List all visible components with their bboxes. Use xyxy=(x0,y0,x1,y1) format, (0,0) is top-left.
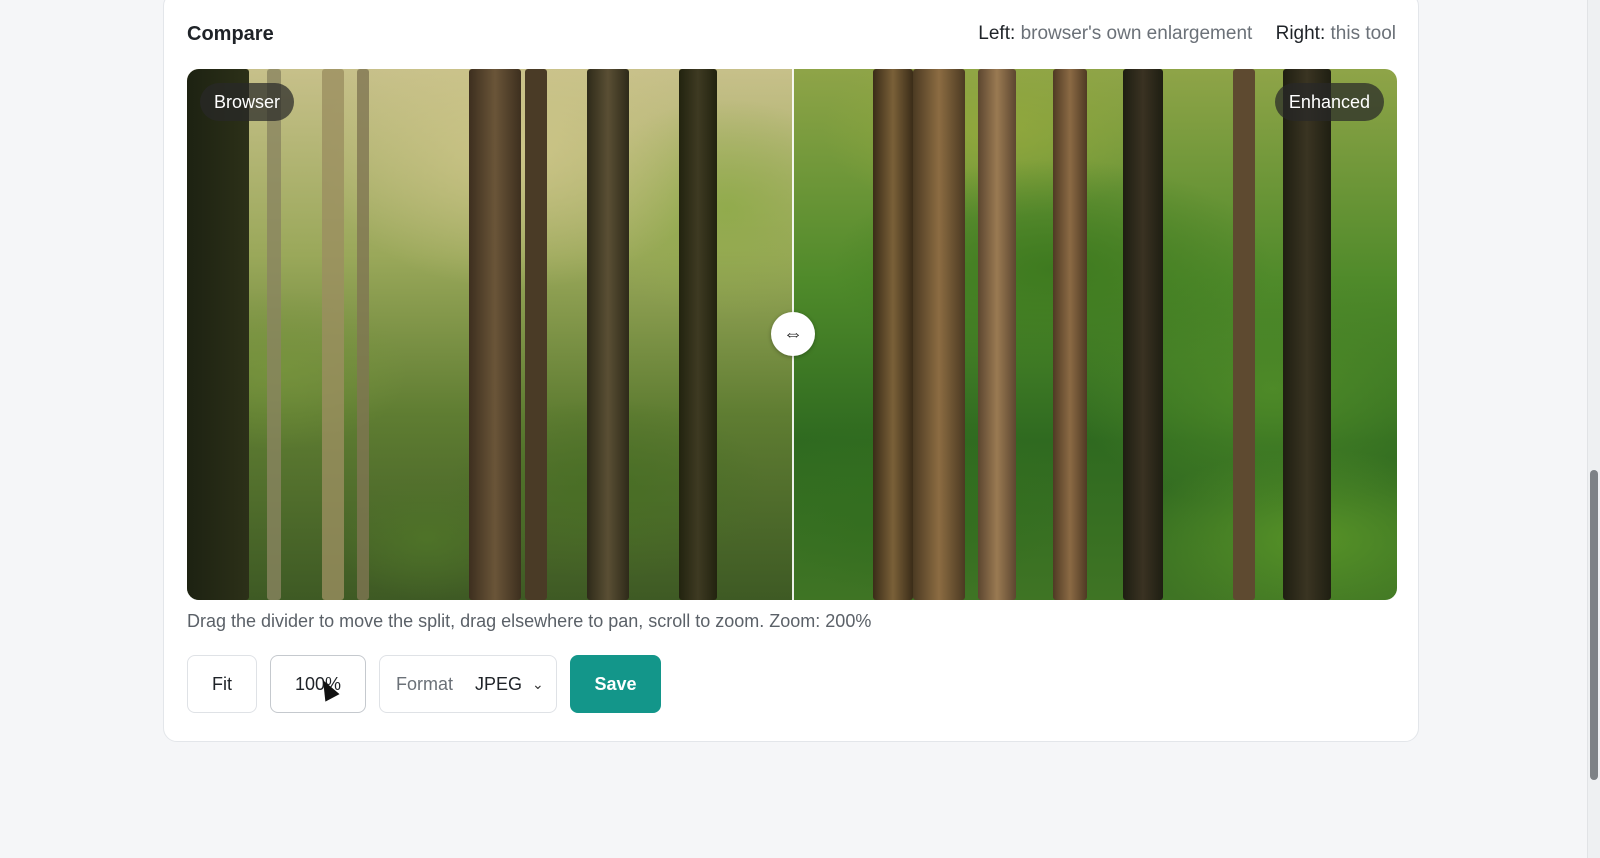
viewer-hint: Drag the divider to move the split, drag… xyxy=(187,611,872,631)
compare-legend: Left: browser's own enlargement Right: t… xyxy=(978,23,1396,45)
split-handle-icon[interactable]: ⇔ xyxy=(771,312,815,356)
compare-card: Compare Left: browser's own enlargement … xyxy=(163,0,1419,742)
tree-trunk xyxy=(469,69,521,600)
tree-trunk xyxy=(357,69,369,600)
tree-trunk xyxy=(587,69,629,600)
save-button[interactable]: Save xyxy=(570,655,661,713)
browser-label-badge: Browser xyxy=(200,83,295,121)
zoom-100-button[interactable]: 100% xyxy=(270,655,366,713)
tree-trunk xyxy=(913,69,965,600)
tree-trunk xyxy=(525,69,547,600)
scrollbar-thumb[interactable] xyxy=(1590,470,1598,780)
legend-left-text: browser's own enlargement xyxy=(1020,23,1253,44)
legend-right-key: Right: xyxy=(1275,23,1326,44)
tree-trunk xyxy=(322,69,344,600)
format-value: JPEG xyxy=(475,673,523,694)
enhanced-image-pane xyxy=(793,69,1397,600)
tree-trunk xyxy=(1123,69,1163,600)
page-scrollbar[interactable] xyxy=(1587,0,1600,858)
tree-trunk xyxy=(873,69,913,600)
enhanced-label-badge: Enhanced xyxy=(1274,83,1384,121)
tree-trunk xyxy=(1233,69,1255,600)
tree-trunk xyxy=(1283,69,1331,600)
fit-button[interactable]: Fit xyxy=(187,655,257,713)
controls-bar: Fit 100% Format JPEG ⌄ Save xyxy=(187,655,661,713)
legend-left-key: Left: xyxy=(978,23,1016,44)
legend-left: Left: browser's own enlargement xyxy=(978,23,1257,44)
tree-trunk xyxy=(679,69,717,600)
tree-trunk xyxy=(187,69,249,600)
legend-right: Right: this tool xyxy=(1276,23,1396,44)
legend-right-text: this tool xyxy=(1330,23,1396,44)
compare-viewer[interactable]: ⇔ Browser Enhanced xyxy=(187,69,1397,600)
tree-trunk xyxy=(1053,69,1087,600)
format-select[interactable]: Format JPEG ⌄ xyxy=(379,655,557,713)
chevron-down-icon: ⌄ xyxy=(532,675,544,692)
browser-image-pane xyxy=(187,69,793,600)
card-title: Compare xyxy=(187,23,274,45)
tree-trunk xyxy=(978,69,1016,600)
tree-trunk xyxy=(267,69,281,600)
format-label: Format xyxy=(396,673,454,694)
page: Compare Left: browser's own enlargement … xyxy=(0,0,1600,858)
